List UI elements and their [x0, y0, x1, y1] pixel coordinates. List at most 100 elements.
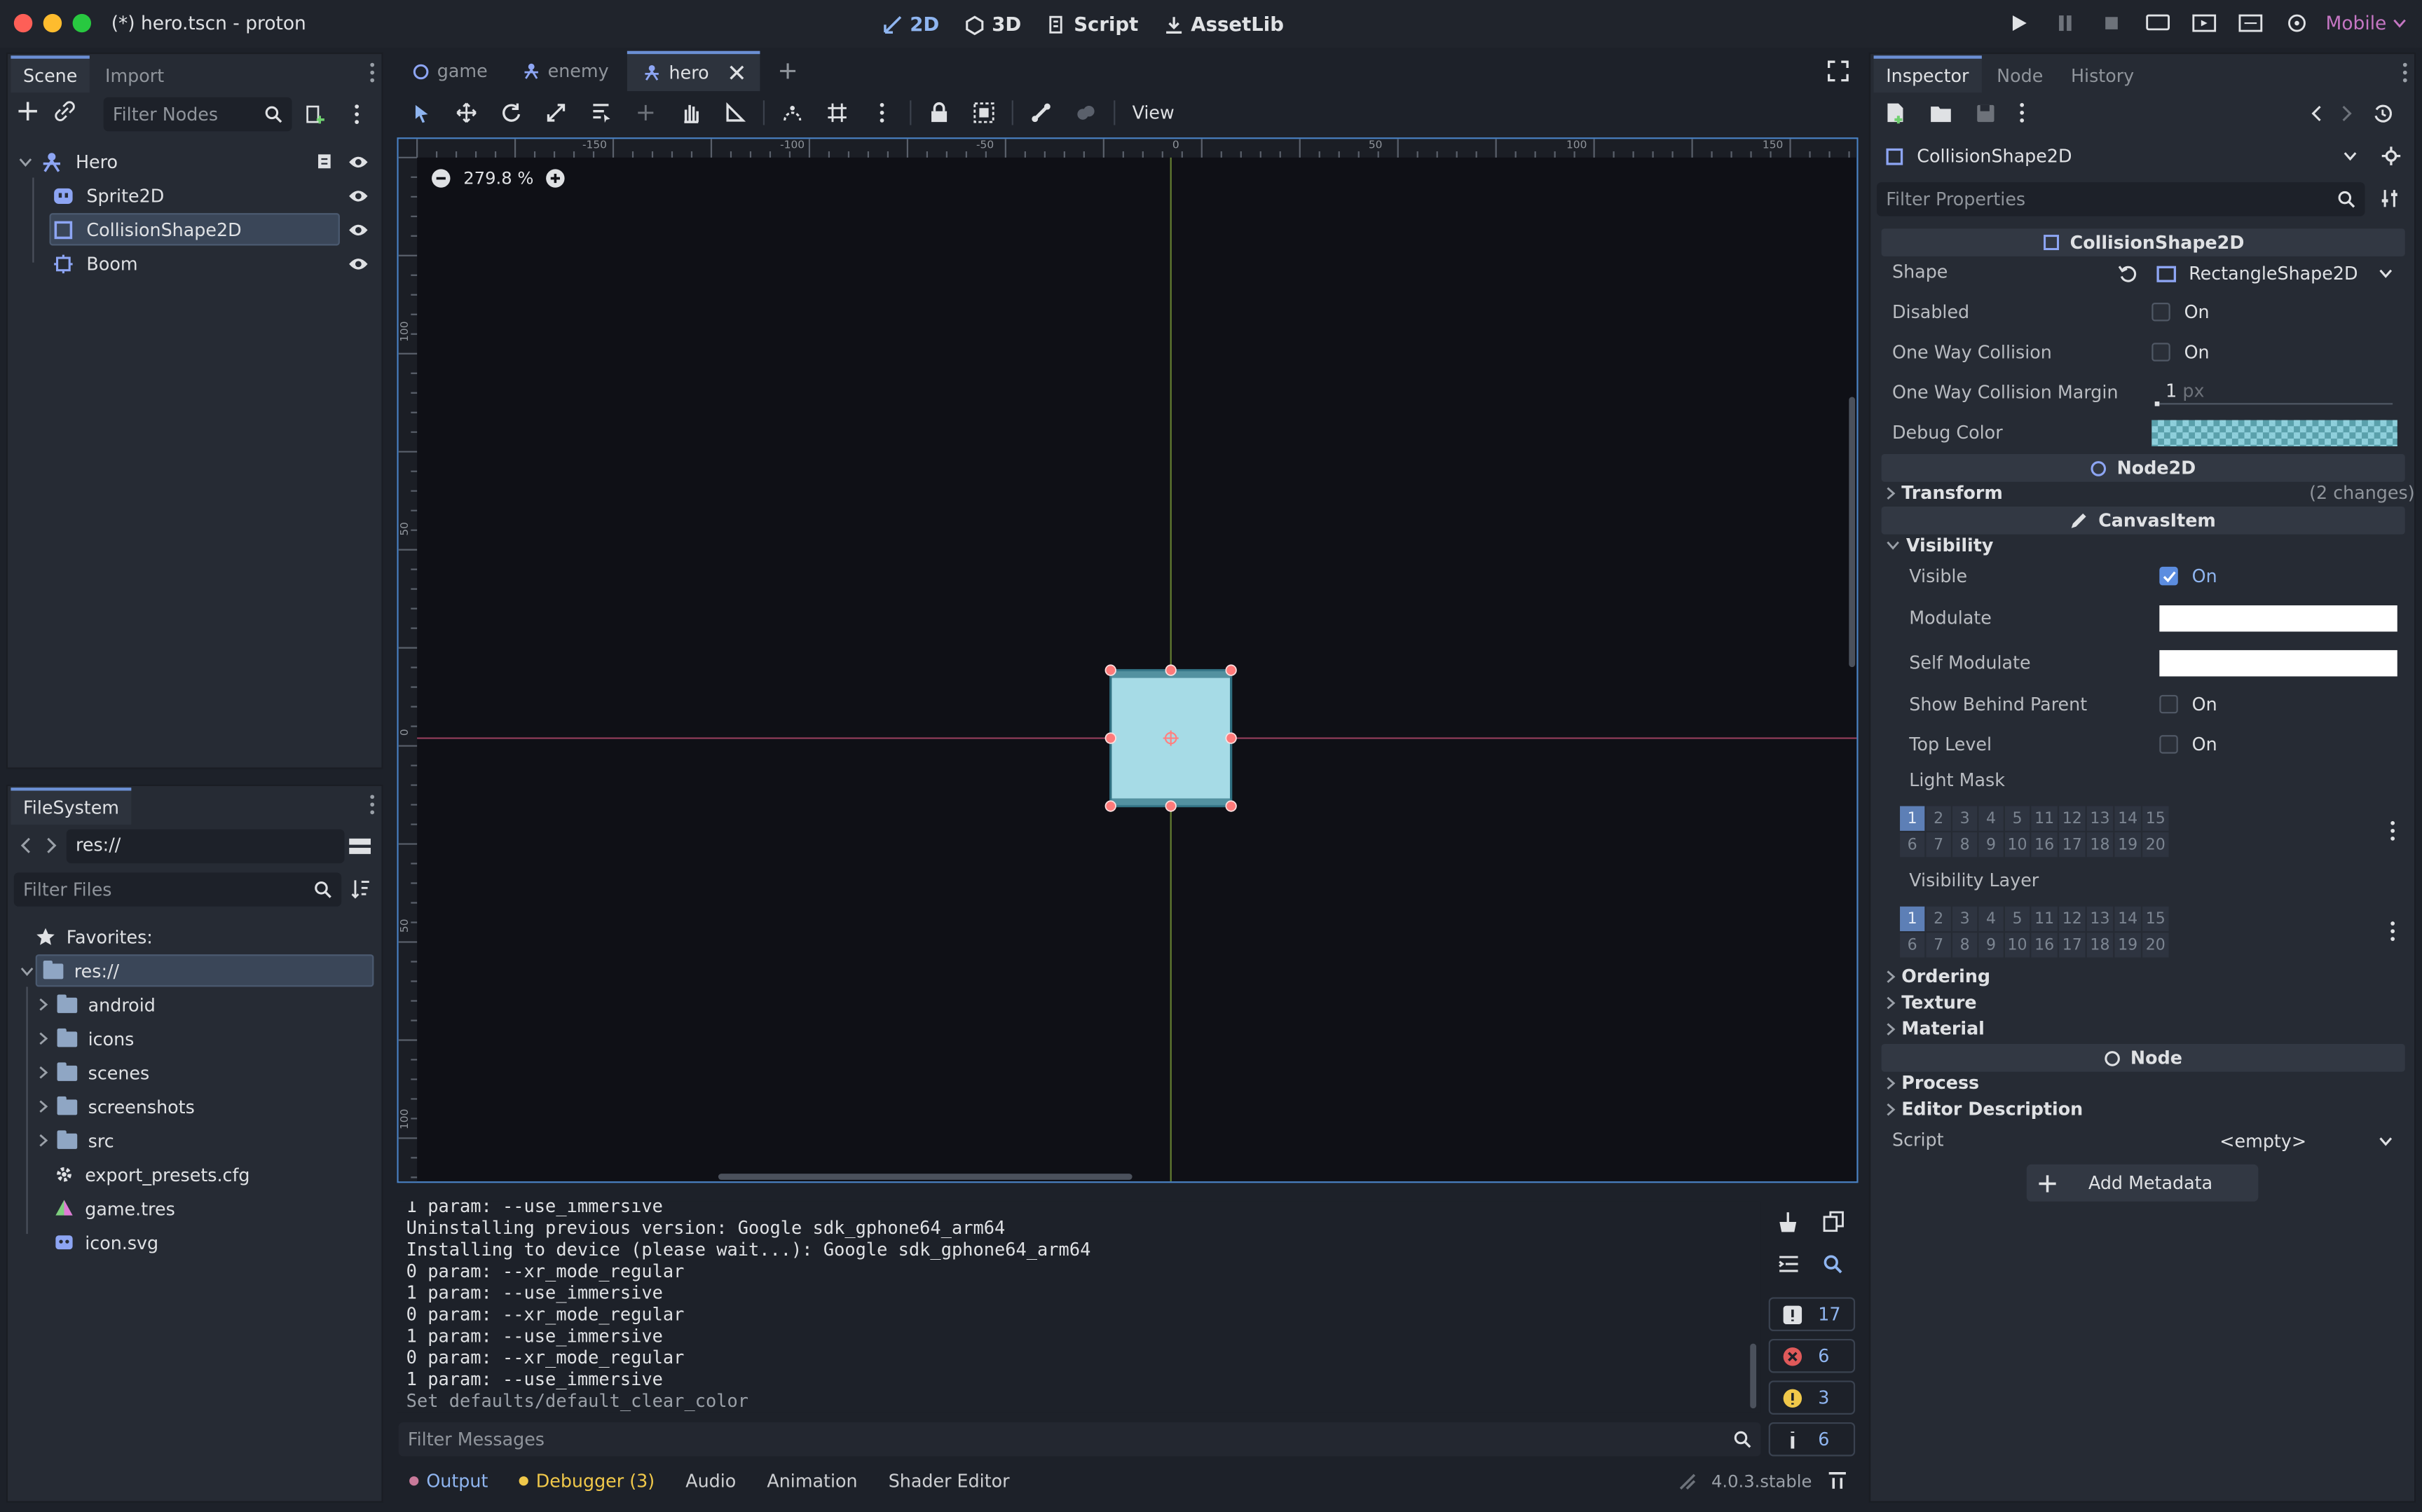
visibility-layer-14[interactable]: 14 — [2114, 906, 2141, 932]
mode-script-button[interactable]: Script — [1036, 9, 1147, 39]
dock-menu-icon[interactable] — [369, 794, 376, 816]
tab-scene[interactable]: Scene — [11, 55, 90, 93]
filter-options-button[interactable] — [2381, 188, 2401, 209]
group-transform[interactable]: Transform — [1886, 482, 2003, 504]
tab-shader-editor[interactable]: Shader Editor — [876, 1470, 1022, 1492]
tree-node-hero[interactable]: Hero — [8, 145, 381, 177]
folder-row-src[interactable]: src — [8, 1125, 381, 1157]
dock-menu-icon[interactable] — [2402, 62, 2408, 83]
mode-3d-button[interactable]: 3D — [955, 9, 1030, 39]
save-icon[interactable] — [1976, 103, 1996, 123]
rotate-tool-button[interactable] — [494, 96, 528, 130]
tab-game[interactable]: game — [397, 51, 502, 91]
visible-checkbox[interactable]: On — [2159, 565, 2217, 587]
section-collisionshape2d[interactable]: CollisionShape2D — [1881, 228, 2405, 256]
pin-panel-icon[interactable] — [1827, 1471, 1847, 1490]
canvas-viewport[interactable]: -150 -100 -50 0 50 100 150 100 50 0 50 1… — [397, 137, 1859, 1183]
one-way-margin-slider[interactable]: 1 px — [2151, 376, 2397, 409]
group-texture[interactable]: Texture — [1886, 991, 1977, 1013]
visibility-eye-icon[interactable] — [348, 256, 369, 271]
visibility-layer-19[interactable]: 19 — [2114, 933, 2141, 958]
light-mask-layer-grid[interactable]: 1 2 3 4 5 11 12 13 14 15 6 7 8 9 10 16 17 18 19 20 — [1900, 806, 2169, 858]
light-mask-menu-icon[interactable] — [2390, 820, 2396, 841]
forward-arrow-icon[interactable] — [46, 837, 57, 854]
folder-row-screenshots[interactable]: screenshots — [8, 1090, 381, 1122]
group-visibility[interactable]: Visibility — [1886, 535, 1993, 556]
section-node[interactable]: Node — [1881, 1043, 2405, 1072]
object-selector[interactable]: CollisionShape2D — [1882, 141, 2364, 172]
tree-node-collisionshape2d[interactable]: CollisionShape2D — [8, 213, 381, 246]
view-menu[interactable]: View — [1126, 102, 1181, 123]
light-mask-layer-17[interactable]: 17 — [2059, 832, 2086, 858]
renderer-select[interactable]: Mobile — [2326, 13, 2407, 34]
light-mask-layer-20[interactable]: 20 — [2142, 832, 2169, 858]
visibility-layer-10[interactable]: 10 — [2004, 933, 2030, 958]
visibility-layer-16[interactable]: 16 — [2031, 933, 2058, 958]
sort-files-button[interactable] — [350, 879, 371, 899]
add-metadata-button[interactable]: Add Metadata — [2026, 1164, 2259, 1202]
copy-log-button[interactable] — [1823, 1211, 1845, 1232]
close-window-button[interactable] — [13, 13, 33, 33]
info-count-toggle[interactable]: 6 — [1768, 1422, 1856, 1457]
filter-files-input[interactable]: Filter Files — [13, 872, 342, 907]
tab-hero[interactable]: hero — [627, 50, 760, 92]
visibility-layer-18[interactable]: 18 — [2086, 933, 2114, 958]
open-folder-icon[interactable] — [1929, 103, 1952, 123]
visibility-layer-3[interactable]: 3 — [1952, 906, 1978, 932]
maximize-window-button[interactable] — [72, 13, 92, 33]
pivot-tool-button[interactable] — [629, 96, 662, 130]
move-tool-button[interactable] — [449, 96, 483, 130]
script-attached-icon[interactable] — [315, 151, 334, 172]
tree-node-boom[interactable]: Boom — [8, 247, 381, 280]
warning-count-toggle[interactable]: 3 — [1768, 1380, 1856, 1415]
shape-resource-picker[interactable]: RectangleShape2D — [2118, 259, 2402, 287]
instance-scene-button[interactable] — [54, 100, 76, 122]
error-count-toggle[interactable]: 6 — [1768, 1338, 1856, 1373]
tab-audio[interactable]: Audio — [673, 1470, 748, 1492]
minimize-window-button[interactable] — [43, 13, 62, 33]
light-mask-layer-6[interactable]: 6 — [1900, 832, 1925, 858]
snap-options-button[interactable] — [865, 96, 898, 130]
lock-button[interactable] — [922, 96, 956, 130]
top-level-checkbox[interactable]: On — [2159, 734, 2217, 755]
tab-filesystem[interactable]: FileSystem — [11, 788, 132, 825]
tab-import[interactable]: Import — [93, 59, 176, 92]
add-node-button[interactable] — [17, 100, 39, 122]
filter-nodes-input[interactable]: Filter Nodes — [103, 97, 292, 132]
search-log-button[interactable] — [1823, 1254, 1843, 1274]
scale-tool-button[interactable] — [539, 96, 573, 130]
visibility-layer-8[interactable]: 8 — [1952, 933, 1978, 958]
self-modulate-color-picker[interactable] — [2159, 650, 2397, 677]
visibility-layer-20[interactable]: 20 — [2142, 933, 2169, 958]
revert-icon[interactable] — [2118, 263, 2138, 284]
grid-snap-button[interactable] — [820, 96, 854, 130]
console-scrollbar[interactable] — [1750, 1343, 1757, 1409]
group-material[interactable]: Material — [1886, 1018, 1985, 1039]
pan-tool-button[interactable] — [673, 96, 707, 130]
visibility-layer-menu-icon[interactable] — [2390, 921, 2396, 942]
light-mask-layer-7[interactable]: 7 — [1926, 832, 1951, 858]
list-select-button[interactable] — [584, 96, 617, 130]
debug-color-picker[interactable] — [2151, 420, 2397, 446]
light-mask-layer-14[interactable]: 14 — [2114, 806, 2141, 831]
particles-button[interactable] — [1069, 96, 1102, 130]
output-log[interactable]: 1 param: --use_immersive Uninstalling pre… — [397, 1201, 1761, 1413]
visibility-eye-icon[interactable] — [348, 221, 369, 237]
mode-assetlib-button[interactable]: AssetLib — [1154, 9, 1293, 39]
movie-maker-button[interactable] — [2279, 8, 2313, 39]
tab-history[interactable]: History — [2058, 59, 2146, 92]
light-mask-layer-18[interactable]: 18 — [2086, 832, 2114, 858]
visibility-layer-9[interactable]: 9 — [1978, 933, 2004, 958]
kebab-menu-icon[interactable] — [2019, 102, 2025, 123]
visibility-layer-13[interactable]: 13 — [2086, 906, 2114, 932]
one-way-collision-checkbox[interactable]: On — [2151, 341, 2210, 363]
show-behind-parent-checkbox[interactable]: On — [2159, 694, 2217, 715]
ruler-tool-button[interactable] — [718, 96, 752, 130]
zoom-in-icon[interactable] — [546, 168, 566, 188]
light-mask-layer-4[interactable]: 4 — [1978, 806, 2004, 831]
favorites-row[interactable]: Favorites: — [8, 921, 381, 953]
visibility-layer-11[interactable]: 11 — [2031, 906, 2058, 932]
folder-row-android[interactable]: android — [8, 989, 381, 1021]
light-mask-layer-19[interactable]: 19 — [2114, 832, 2141, 858]
remote-debug-button[interactable] — [2140, 8, 2174, 39]
